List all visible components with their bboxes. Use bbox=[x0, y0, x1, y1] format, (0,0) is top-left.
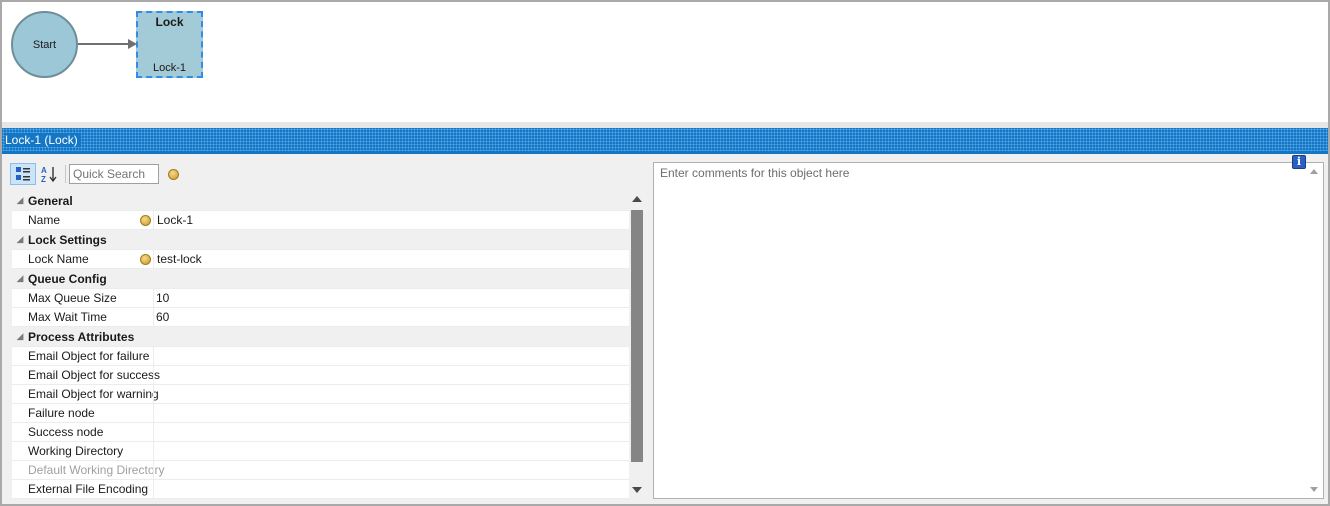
collapse-icon[interactable]: ◢ bbox=[12, 273, 28, 284]
property-name: Max Wait Time bbox=[28, 310, 107, 324]
property-name: Lock Name bbox=[28, 252, 89, 266]
property-value[interactable]: Lock-1 bbox=[140, 211, 629, 229]
alphabetical-view-button[interactable]: A Z bbox=[36, 163, 62, 185]
property-row-external-file-encoding[interactable]: External File Encoding bbox=[12, 480, 629, 499]
category-label: Lock Settings bbox=[28, 232, 107, 247]
expression-icon[interactable] bbox=[140, 253, 151, 265]
property-name: External File Encoding bbox=[28, 482, 149, 496]
category-queue-config[interactable]: ◢ Queue Config bbox=[12, 269, 629, 289]
comments-textarea[interactable]: Enter comments for this object here bbox=[653, 162, 1324, 499]
property-grid-toolbar: A Z bbox=[10, 163, 179, 185]
categorized-icon bbox=[16, 167, 30, 181]
property-row-success-node[interactable]: Success node bbox=[12, 423, 629, 442]
properties-panel-header: Lock-1 (Lock) bbox=[2, 128, 1328, 151]
quick-search-input[interactable] bbox=[69, 164, 159, 184]
property-name: Failure node bbox=[28, 406, 95, 420]
property-name: Success node bbox=[28, 425, 104, 439]
property-value[interactable] bbox=[153, 347, 629, 365]
lock-node[interactable]: Lock Lock-1 bbox=[136, 11, 203, 78]
property-row-email-success[interactable]: Email Object for success bbox=[12, 366, 629, 385]
start-node-label: Start bbox=[32, 38, 57, 51]
property-value[interactable] bbox=[153, 385, 629, 403]
scroll-up-icon[interactable] bbox=[1310, 169, 1318, 174]
panel-title: Lock-1 (Lock) bbox=[5, 132, 81, 147]
svg-text:Z: Z bbox=[41, 175, 46, 183]
categorized-view-button[interactable] bbox=[10, 163, 36, 185]
property-value-text: 60 bbox=[156, 310, 170, 324]
category-label: Process Attributes bbox=[28, 329, 135, 344]
property-row-max-wait-time[interactable]: Max Wait Time 60 bbox=[12, 308, 629, 327]
info-icon[interactable]: i bbox=[1292, 155, 1306, 169]
property-value[interactable]: 60 bbox=[153, 308, 629, 326]
category-process-attributes[interactable]: ◢ Process Attributes bbox=[12, 327, 629, 347]
property-name: Max Queue Size bbox=[28, 291, 117, 305]
property-pages-icon[interactable] bbox=[168, 168, 179, 180]
category-lock-settings[interactable]: ◢ Lock Settings bbox=[12, 230, 629, 250]
toolbar-separator bbox=[65, 165, 66, 183]
connector-line[interactable] bbox=[78, 43, 130, 45]
collapse-icon[interactable]: ◢ bbox=[12, 195, 28, 206]
property-value[interactable]: 10 bbox=[153, 289, 629, 307]
scrollbar-thumb[interactable] bbox=[631, 210, 643, 462]
property-name: Name bbox=[28, 213, 61, 227]
property-value-text: Lock-1 bbox=[157, 213, 194, 227]
property-row-failure-node[interactable]: Failure node bbox=[12, 404, 629, 423]
property-name: Working Directory bbox=[28, 444, 124, 458]
scroll-up-icon[interactable] bbox=[632, 196, 642, 202]
property-value[interactable] bbox=[153, 442, 629, 460]
property-row-working-directory[interactable]: Working Directory bbox=[12, 442, 629, 461]
diagram-canvas[interactable]: Start Lock Lock-1 bbox=[2, 2, 1328, 122]
property-value bbox=[153, 461, 629, 479]
property-row-default-working-directory: Default Working Directory bbox=[12, 461, 629, 480]
property-name: Email Object for warning bbox=[28, 387, 159, 401]
property-name: Default Working Directory bbox=[28, 463, 165, 477]
collapse-icon[interactable]: ◢ bbox=[12, 331, 28, 342]
sort-az-icon: A Z bbox=[41, 166, 57, 183]
category-label: General bbox=[28, 193, 73, 208]
property-value-text: test-lock bbox=[157, 252, 202, 266]
property-value-text: 10 bbox=[156, 291, 170, 305]
property-grid-scrollbar[interactable] bbox=[629, 191, 645, 498]
property-value[interactable] bbox=[153, 404, 629, 422]
property-value[interactable] bbox=[153, 366, 629, 384]
property-row-name[interactable]: Name Lock-1 bbox=[12, 211, 629, 230]
scroll-down-icon[interactable] bbox=[632, 487, 642, 493]
property-value[interactable]: test-lock bbox=[140, 250, 629, 268]
lock-node-title: Lock bbox=[155, 15, 184, 29]
scroll-down-icon[interactable] bbox=[1310, 487, 1318, 492]
start-node[interactable]: Start bbox=[11, 11, 78, 78]
property-name: Email Object for success bbox=[28, 368, 161, 382]
property-row-lock-name[interactable]: Lock Name test-lock bbox=[12, 250, 629, 269]
category-general[interactable]: ◢ General bbox=[12, 191, 629, 211]
property-value[interactable] bbox=[153, 480, 629, 498]
property-grid: ◢ General Name Lock-1 ◢ Lock Settings Lo… bbox=[12, 191, 629, 499]
comments-placeholder: Enter comments for this object here bbox=[660, 166, 850, 180]
lock-node-subtitle: Lock-1 bbox=[152, 62, 187, 74]
property-row-email-failure[interactable]: Email Object for failure bbox=[12, 347, 629, 366]
category-label: Queue Config bbox=[28, 271, 107, 286]
property-row-email-warning[interactable]: Email Object for warning bbox=[12, 385, 629, 404]
expression-icon[interactable] bbox=[140, 214, 151, 226]
property-value[interactable] bbox=[153, 423, 629, 441]
property-name: Email Object for failure bbox=[28, 349, 150, 363]
property-row-max-queue-size[interactable]: Max Queue Size 10 bbox=[12, 289, 629, 308]
svg-text:A: A bbox=[41, 166, 47, 175]
comments-scrollbar[interactable] bbox=[1306, 163, 1323, 498]
collapse-icon[interactable]: ◢ bbox=[12, 234, 28, 245]
